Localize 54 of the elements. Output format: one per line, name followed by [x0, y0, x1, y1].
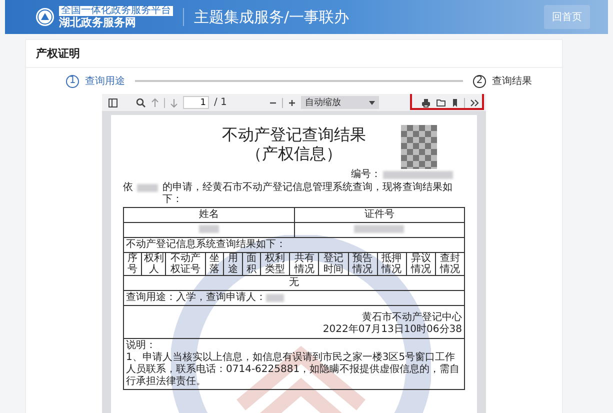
double-chevron-icon[interactable]	[470, 98, 480, 108]
column-header: 用途	[224, 253, 242, 275]
step-number: 1	[66, 74, 79, 88]
page-number-field[interactable]: 1	[183, 96, 209, 109]
print-icon[interactable]	[421, 98, 432, 108]
column-header: 证件号	[294, 208, 464, 222]
column-header: 登记时间	[318, 253, 348, 275]
document-title: 不动产登记查询结果	[222, 125, 366, 144]
column-header: 共有情况	[290, 253, 319, 275]
redacted-block	[266, 294, 284, 302]
issuer-name: 黄石市不动产登记中心	[362, 312, 462, 324]
folder-icon[interactable]	[436, 98, 446, 108]
column-header: 序号	[124, 253, 142, 275]
search-icon[interactable]	[136, 98, 146, 108]
empty-row-text: 无	[288, 276, 300, 290]
column-header: 权利类型	[260, 253, 290, 275]
purpose-label: 查询用途：	[126, 292, 176, 304]
column-header: 姓名	[198, 208, 220, 222]
card-title: 产权证明	[35, 46, 81, 62]
notes-title: 说明：	[126, 340, 157, 352]
blurred-code-block	[401, 125, 437, 169]
intro-text: 的申请，经黄石市不动产登记信息管理系统查询，现将查询结果如下：	[162, 182, 454, 206]
number-label: 编号：	[351, 169, 381, 181]
redacted-block	[198, 225, 219, 234]
intro-prefix: 依	[123, 182, 133, 194]
column-header: 面积	[242, 253, 261, 275]
applicant-label: ，查询申请人：	[196, 292, 266, 304]
column-header: 查封情况	[435, 253, 464, 275]
column-header: 抵押情况	[377, 253, 406, 275]
redacted-block	[383, 171, 453, 179]
table-caption: 不动产登记信息系统查询结果如下：	[126, 239, 286, 251]
bookmark-icon[interactable]	[451, 98, 460, 108]
document-subtitle: （产权信息）	[245, 144, 343, 163]
step-label: 查询用途	[85, 74, 125, 88]
caret-icon	[368, 100, 375, 104]
column-header: 预告情况	[348, 253, 378, 275]
page-title: 主题集成服务/一事联办	[194, 8, 350, 26]
zoom-dropdown[interactable]: 自动缩放	[300, 96, 379, 109]
platform-tagline: 全国一体化政务服务平台	[59, 6, 173, 16]
site-name: 湖北政务服务网	[59, 16, 136, 28]
column-header: 不动产权证号	[166, 253, 206, 275]
purpose-value: 入学	[176, 292, 196, 304]
page-total: / 1	[214, 97, 227, 108]
column-header: 坐落	[206, 253, 224, 275]
column-header: 异议情况	[406, 253, 436, 275]
sidebar-toggle-icon[interactable]	[108, 98, 118, 108]
note-text: 1、申请人当核实以上信息，如信息有误请到市民之家一楼3区5号窗口工作人员联系，联系电话：0714-6225881，如隐瞒不报提供虚假信息的，需自行承担法律责任。	[126, 352, 461, 388]
issue-timestamp: 2022年07月13日10时06分38	[322, 324, 462, 336]
zoom-in-icon[interactable]	[288, 98, 296, 108]
emblem-icon	[35, 7, 55, 27]
column-header: 权利人	[142, 253, 166, 275]
step-label: 查询结果	[492, 74, 532, 88]
redacted-block	[137, 184, 158, 192]
redacted-block	[354, 225, 404, 234]
